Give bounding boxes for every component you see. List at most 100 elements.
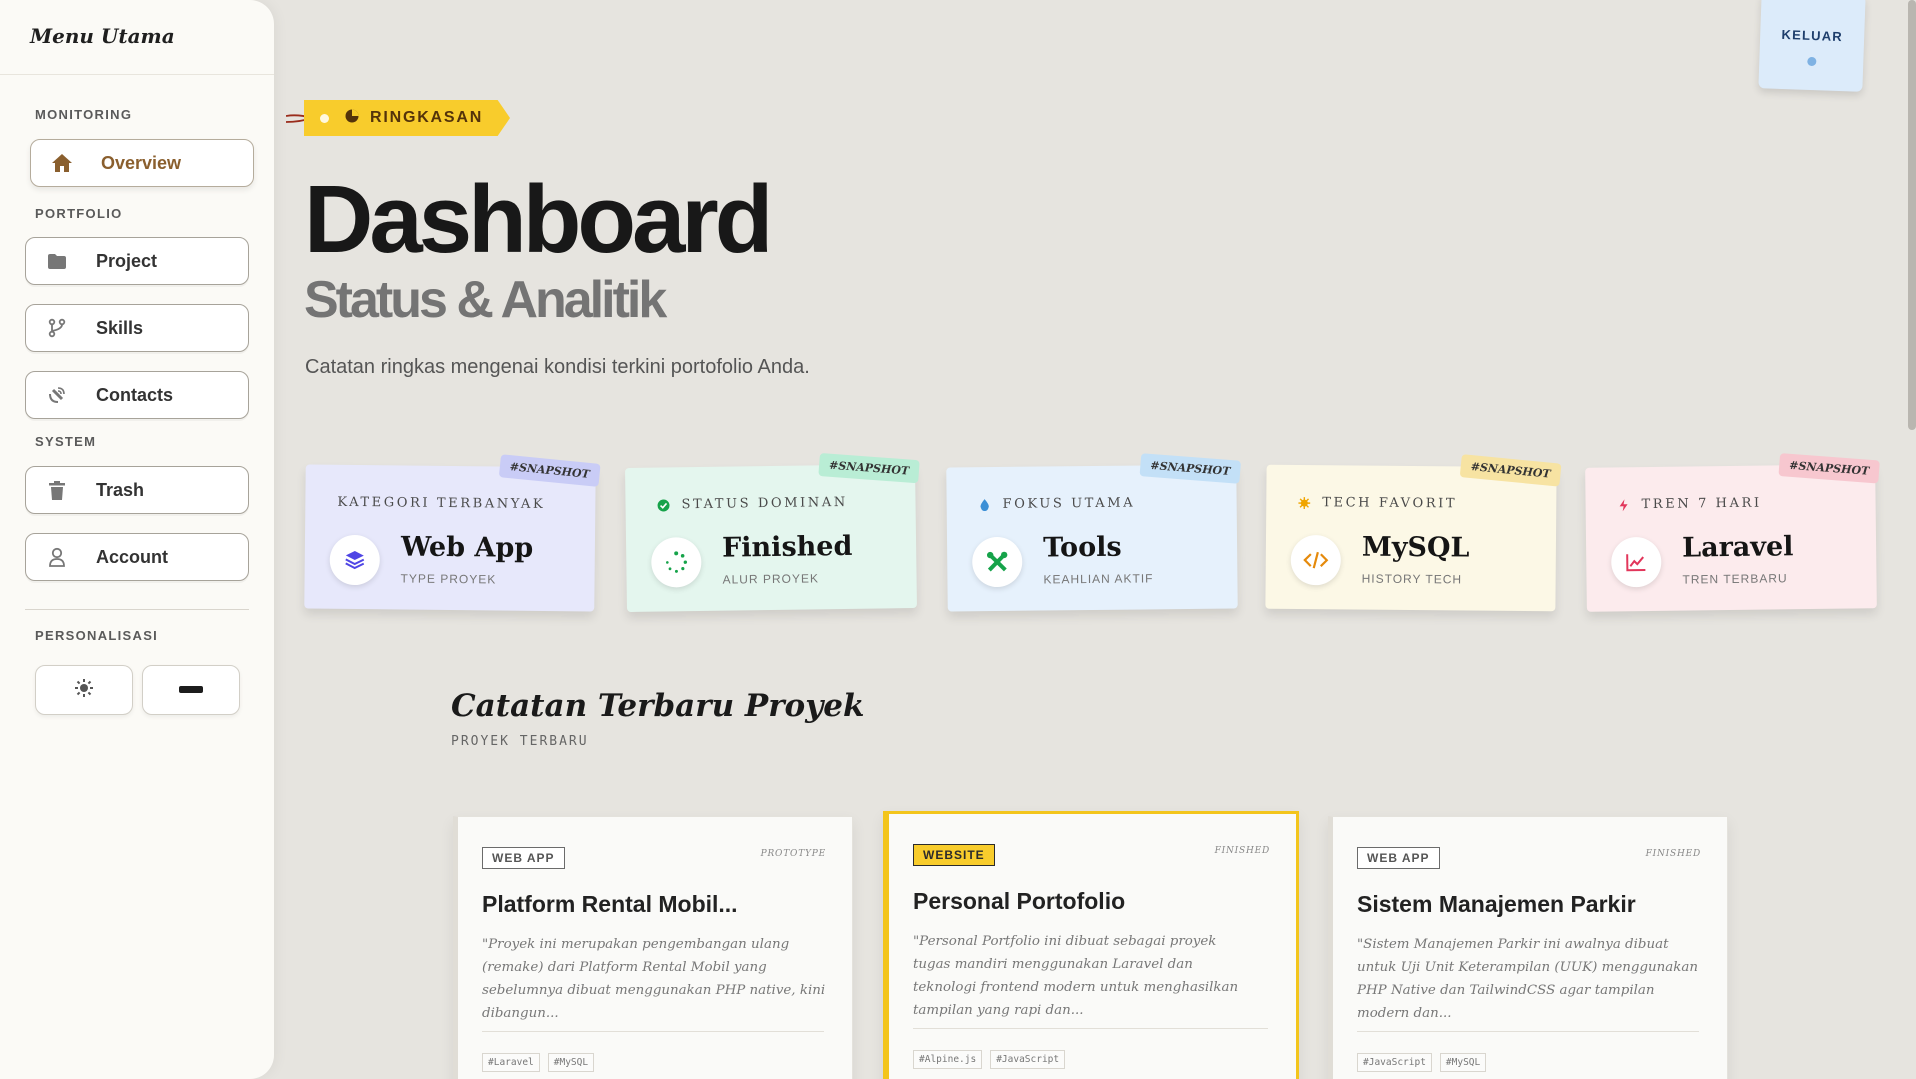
snapshot-badge: #SNAPSHOT [498, 454, 601, 487]
snapshot-badge: #SNAPSHOT [1139, 453, 1242, 484]
moon-icon [179, 681, 203, 699]
stat-value: Laravel [1681, 531, 1794, 564]
page-scrollbar[interactable] [1908, 0, 1916, 430]
stat-card-status: #SNAPSHOT STATUS DOMINAN Finished ALUR P… [625, 452, 920, 613]
snapshot-badge: #SNAPSHOT [1459, 454, 1562, 487]
stat-subtitle: TYPE PROYEK [400, 571, 497, 587]
project-status: PROTOTYPE [760, 849, 826, 859]
sidebar-item-contacts[interactable]: Contacts [25, 371, 249, 419]
section-label-system: SYSTEM [35, 434, 97, 449]
stat-subtitle: KEAHLIAN AKTIF [1043, 571, 1154, 587]
card-divider [913, 1028, 1268, 1029]
summary-tag-label: RINGKASAN [370, 109, 484, 126]
pie-chart-icon [344, 108, 360, 129]
home-icon [51, 152, 73, 174]
stat-caption: FOKUS UTAMA [979, 496, 1135, 513]
trash-icon [46, 479, 68, 501]
sun-icon [74, 678, 94, 703]
project-status: FINISHED [1645, 849, 1701, 859]
project-description: "Personal Portfolio ini dibuat sebagai p… [913, 934, 1239, 1018]
stat-subtitle: HISTORY TECH [1361, 571, 1463, 587]
stat-value: Finished [721, 530, 853, 564]
page-subtitle: Status & Analitik [304, 271, 667, 329]
summary-tag: RINGKASAN [304, 100, 510, 136]
layers-icon [329, 534, 381, 586]
dark-theme-button[interactable] [142, 665, 240, 715]
stat-caption: TECH FAVORIT [1298, 495, 1457, 511]
stat-caption: STATUS DOMINAN [657, 495, 848, 513]
project-tags: #JavaScript #MySQL [1357, 1053, 1487, 1072]
project-card-featured[interactable]: WEBSITE FINISHED Personal Portofolio "Pe… [883, 811, 1299, 1079]
project-status: FINISHED [1214, 846, 1270, 856]
tech-tag: #JavaScript [990, 1050, 1066, 1069]
light-theme-button[interactable] [35, 665, 133, 715]
satellite-icon [46, 384, 68, 406]
tech-tag: #Alpine.js [913, 1050, 983, 1069]
stat-card-tech: #SNAPSHOT TECH FAVORIT MySQL HISTORY TEC… [1265, 454, 1562, 612]
user-icon [46, 546, 68, 568]
stat-card-category: #SNAPSHOT KATEGORI TERBANYAK Web App TYP… [304, 454, 601, 612]
sidebar-item-label: Trash [96, 479, 145, 500]
loader-icon [650, 536, 702, 588]
project-type-badge: WEB APP [1357, 847, 1440, 869]
sidebar-item-label: Contacts [96, 384, 174, 405]
stat-card-trend: #SNAPSHOT TREN 7 HARI Laravel TREN TERBA… [1585, 453, 1880, 612]
page-description: Catatan ringkas mengenai kondisi terkini… [305, 356, 810, 378]
sidebar-item-trash[interactable]: Trash [25, 466, 249, 514]
sidebar-item-label: Overview [101, 152, 182, 173]
sidebar-title: Menu Utama [30, 24, 175, 48]
project-card[interactable]: WEB APP FINISHED Sistem Manajemen Parkir… [1328, 816, 1728, 1079]
sidebar-item-label: Project [96, 250, 158, 271]
project-title: Platform Rental Mobil... [482, 891, 738, 917]
project-title: Sistem Manajemen Parkir [1357, 891, 1636, 917]
project-tags: #Alpine.js #JavaScript [913, 1050, 1066, 1069]
section-label-monitoring: MONITORING [35, 107, 133, 122]
section-label-personalization: PERSONALISASI [35, 628, 159, 643]
project-description: "Proyek ini merupakan pengembangan ulang… [482, 937, 826, 1021]
logout-label: KELUAR [1781, 26, 1844, 45]
logout-button[interactable]: KELUAR [1758, 0, 1866, 92]
sidebar-item-project[interactable]: Project [25, 237, 249, 285]
tech-tag: #Laravel [482, 1053, 540, 1072]
project-card[interactable]: WEB APP PROTOTYPE Platform Rental Mobil.… [453, 816, 853, 1079]
project-type-badge: WEB APP [482, 847, 565, 869]
trend-icon [1610, 536, 1662, 588]
project-type-badge: WEBSITE [913, 844, 995, 866]
check-circle-icon [657, 498, 670, 511]
tech-tag: #MySQL [1439, 1053, 1487, 1072]
tag-hole [320, 114, 329, 123]
stat-value: Web App [400, 531, 534, 564]
git-branch-icon [46, 317, 68, 339]
stat-value: MySQL [1361, 531, 1470, 564]
folder-icon [46, 250, 68, 272]
snapshot-badge: #SNAPSHOT [1778, 453, 1880, 484]
page-title: Dashboard [304, 166, 773, 273]
stat-caption: KATEGORI TERBANYAK [337, 494, 546, 512]
bolt-icon [1619, 498, 1628, 511]
project-description: "Sistem Manajemen Parkir ini awalnya dib… [1357, 937, 1699, 1021]
stat-subtitle: ALUR PROYEK [722, 571, 820, 587]
tech-tag: #JavaScript [1357, 1053, 1432, 1072]
code-icon [1290, 534, 1342, 586]
stat-caption: TREN 7 HARI [1617, 496, 1762, 513]
section-subtitle: PROYEK TERBARU [451, 734, 589, 749]
sidebar-divider [25, 609, 249, 610]
sidebar-item-label: Skills [96, 317, 144, 338]
sidebar-item-account[interactable]: Account [25, 533, 249, 581]
stat-card-focus: #SNAPSHOT FOKUS UTAMA Tools KEAHLIAN AKT… [946, 453, 1242, 612]
section-title: Catatan Terbaru Proyek [451, 688, 865, 724]
pin-icon [1806, 56, 1816, 67]
section-label-portfolio: PORTFOLIO [35, 206, 123, 221]
card-divider [482, 1031, 824, 1032]
card-divider [1357, 1031, 1699, 1032]
sidebar-item-skills[interactable]: Skills [25, 304, 249, 352]
tools-icon [971, 536, 1023, 588]
stat-value: Tools [1042, 531, 1122, 564]
sidebar: Menu Utama MONITORING Overview PORTFOLIO… [0, 0, 274, 1079]
star-icon [1298, 496, 1311, 509]
snapshot-badge: #SNAPSHOT [818, 452, 920, 484]
sidebar-item-overview[interactable]: Overview [30, 139, 254, 187]
project-tags: #Laravel #MySQL [482, 1053, 595, 1072]
project-title: Personal Portofolio [913, 888, 1126, 914]
sidebar-item-label: Account [96, 546, 168, 567]
